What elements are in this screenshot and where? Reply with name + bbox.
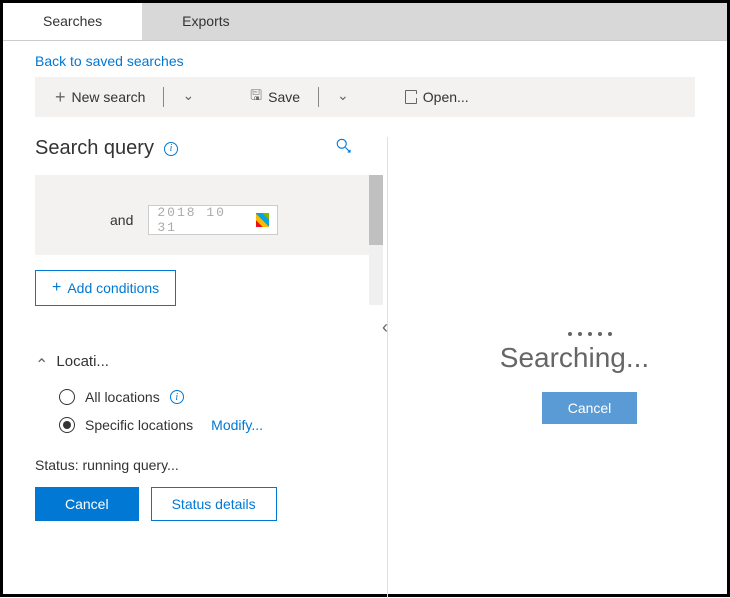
status-label: Status: xyxy=(35,457,79,473)
date-value: 2018 10 31 xyxy=(157,205,252,235)
chevron-down-icon[interactable] xyxy=(182,89,194,106)
radio-unselected-icon xyxy=(59,389,75,405)
tab-exports[interactable]: Exports xyxy=(142,3,269,40)
content-area: Search query i and 2018 10 31 + Add cond… xyxy=(3,137,727,598)
searching-text: Searching... xyxy=(470,342,649,374)
specific-locations-option[interactable]: Specific locations Modify... xyxy=(35,411,383,439)
new-search-button[interactable]: New search xyxy=(55,87,145,108)
locations-header[interactable]: Locati... xyxy=(35,351,383,371)
collapse-caret-icon[interactable]: ‹ xyxy=(382,317,388,338)
cancel-button[interactable]: Cancel xyxy=(35,487,139,521)
locations-section: Locati... All locations i Specific locat… xyxy=(35,351,383,439)
new-search-label: New search xyxy=(72,89,146,105)
toolbar-separator xyxy=(318,87,319,107)
radio-selected-icon xyxy=(59,417,75,433)
scrollbar-thumb[interactable] xyxy=(369,175,383,245)
save-label: Save xyxy=(268,89,300,105)
save-icon xyxy=(250,85,262,109)
panel-title-text: Search query xyxy=(35,137,154,160)
date-input[interactable]: 2018 10 31 xyxy=(148,205,278,235)
locations-header-label: Locati... xyxy=(56,353,109,370)
chevron-down-icon[interactable] xyxy=(337,89,349,106)
and-operator-label: and xyxy=(110,212,133,228)
open-icon xyxy=(405,90,417,104)
back-to-saved-searches-link[interactable]: Back to saved searches xyxy=(3,41,184,77)
open-label: Open... xyxy=(423,89,469,105)
tab-bar: Searches Exports xyxy=(3,3,727,41)
toolbar-separator xyxy=(163,87,164,107)
tab-searches[interactable]: Searches xyxy=(3,3,142,40)
cancel-search-button[interactable]: Cancel xyxy=(542,392,638,424)
modify-link[interactable]: Modify... xyxy=(211,417,263,433)
add-conditions-button[interactable]: + Add conditions xyxy=(35,270,176,306)
info-icon[interactable]: i xyxy=(170,390,184,404)
specific-locations-label: Specific locations xyxy=(85,417,193,433)
all-locations-option[interactable]: All locations i xyxy=(35,383,383,411)
status-value: running query... xyxy=(82,457,178,473)
save-button[interactable]: Save xyxy=(250,85,300,109)
language-icon[interactable] xyxy=(335,137,353,160)
chevron-up-icon xyxy=(35,351,48,371)
loading-dots-icon xyxy=(508,332,612,336)
right-panel: ‹ Searching... Cancel xyxy=(392,137,727,598)
all-locations-label: All locations xyxy=(85,389,160,405)
status-details-button[interactable]: Status details xyxy=(151,487,277,521)
open-button[interactable]: Open... xyxy=(405,89,469,105)
calendar-icon[interactable] xyxy=(256,213,270,227)
status-row: Status: running query... xyxy=(35,457,383,473)
toolbar: New search Save Open... xyxy=(35,77,695,117)
plus-icon xyxy=(55,87,66,108)
scrollbar-track[interactable] xyxy=(369,175,383,305)
vertical-divider xyxy=(387,137,388,598)
search-query-title: Search query i xyxy=(35,137,178,160)
info-icon[interactable]: i xyxy=(164,142,178,156)
add-conditions-label: Add conditions xyxy=(67,280,159,296)
left-panel: Search query i and 2018 10 31 + Add cond… xyxy=(3,137,383,598)
plus-icon: + xyxy=(52,279,61,297)
query-condition-box: and 2018 10 31 xyxy=(35,175,375,255)
